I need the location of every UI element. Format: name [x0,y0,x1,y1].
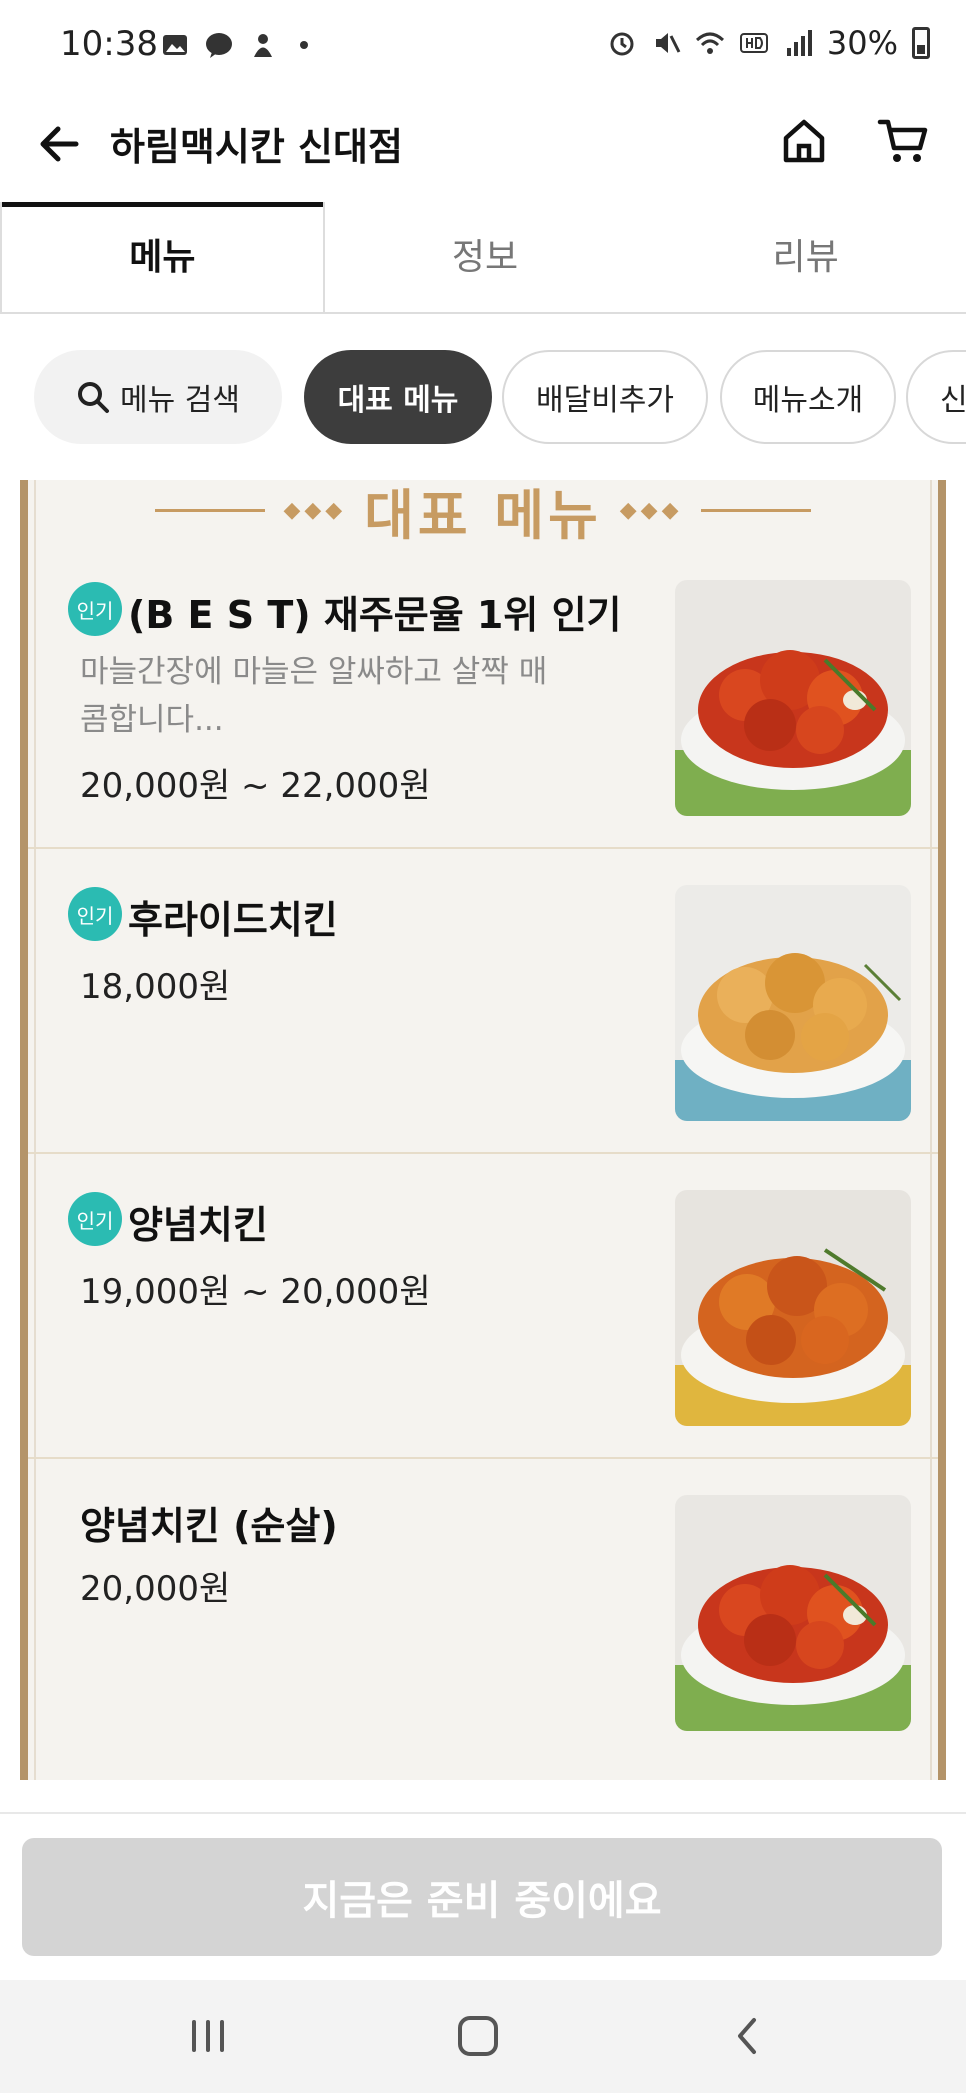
bottom-divider [0,1812,966,1814]
chip-delivery-surcharge[interactable]: 배달비추가 [502,350,708,444]
status-bar: 10:38 30% [0,0,966,92]
popular-badge: 인기 [68,887,122,941]
menu-item-name: 양념치킨 [128,1203,268,1247]
order-button-disabled[interactable]: 지금은 준비 중이에요 [22,1838,942,1956]
featured-menu-board: ◆◆◆ 대표 메뉴 ◆◆◆ 인기 (B E S T) 재주문율 1위 인기...… [20,480,946,1780]
hd-voice-icon [739,33,768,53]
back-nav-icon[interactable] [718,2006,778,2066]
battery-percent: 30% [826,24,898,62]
home-nav-icon[interactable] [448,2006,508,2066]
tab-menu[interactable]: 메뉴 [0,202,325,312]
chip-featured-menu[interactable]: 대표 메뉴 [304,350,492,444]
chicken-photo [675,1495,911,1731]
popular-badge: 인기 [68,582,122,636]
tab-info[interactable]: 정보 [325,202,646,312]
talk-icon [206,33,232,58]
menu-item-name: 후라이드치킨 [128,898,338,942]
chicken-photo [675,885,911,1121]
recent-apps-icon[interactable] [178,2006,238,2066]
menu-item-name: 양념치킨 (순살) [80,1504,338,1548]
system-nav-bar [0,1980,966,2093]
back-arrow-icon[interactable] [30,114,90,174]
menu-item-price: 19,000원 ~ 20,000원 [80,1272,431,1312]
signal-icon [786,30,812,56]
more-notifications-dot [300,41,308,49]
search-icon [78,382,110,413]
cart-icon[interactable] [874,110,934,170]
chip-truncated[interactable]: 신 [906,350,966,444]
menu-item-price: 18,000원 [80,967,231,1007]
menu-item[interactable]: 양념치킨 (순살) 20,000원 [28,1459,938,1764]
menu-item-price: 20,000원 [80,1569,231,1609]
wifi-icon [695,32,724,54]
board-title: ◆◆◆ 대표 메뉴 ◆◆◆ [28,480,938,547]
chip-menu-intro[interactable]: 메뉴소개 [720,350,896,444]
store-title: 하림맥시칸 신대점 [110,125,403,169]
app-header: 하림맥시칸 신대점 [0,92,966,202]
popular-badge: 인기 [68,1192,122,1246]
menu-item[interactable]: 인기 후라이드치킨 18,000원 [28,849,938,1154]
home-icon[interactable] [774,110,834,170]
menu-search-button[interactable]: 메뉴 검색 [34,350,282,444]
battery-icon [912,27,930,59]
store-tabs: 메뉴 정보 리뷰 [0,202,966,314]
chicken-photo [675,1190,911,1426]
category-chips: 메뉴 검색 대표 메뉴 배달비추가 메뉴소개 신 [0,350,966,450]
menu-item-price: 20,000원 ~ 22,000원 [80,766,431,806]
tab-reviews[interactable]: 리뷰 [645,202,966,312]
notification-icons [160,30,308,60]
menu-item[interactable]: 인기 양념치킨 19,000원 ~ 20,000원 [28,1154,938,1459]
menu-item-description: 마늘간장에 마늘은 알싸하고 살짝 매콤합니다... [80,654,548,738]
gallery-icon [163,35,187,55]
title-deco-line-left [155,508,266,512]
menu-search-label: 메뉴 검색 [120,383,240,418]
mute-icon [655,33,681,53]
alarm-icon [610,32,634,56]
status-right: 30% [607,24,930,62]
menu-item[interactable]: 인기 (B E S T) 재주문율 1위 인기... 마늘간장에 마늘은 알싸하… [28,544,938,849]
title-deco-diamonds-left: ◆◆◆ [283,497,347,523]
board-title-text: 대표 메뉴 [364,483,602,547]
app-icon [254,34,272,57]
chicken-photo [675,580,911,816]
title-deco-line-right [700,508,811,512]
status-time: 10:38 [60,24,158,64]
menu-item-name: (B E S T) 재주문율 1위 인기... [128,593,618,637]
title-deco-diamonds-right: ◆◆◆ [619,497,683,523]
